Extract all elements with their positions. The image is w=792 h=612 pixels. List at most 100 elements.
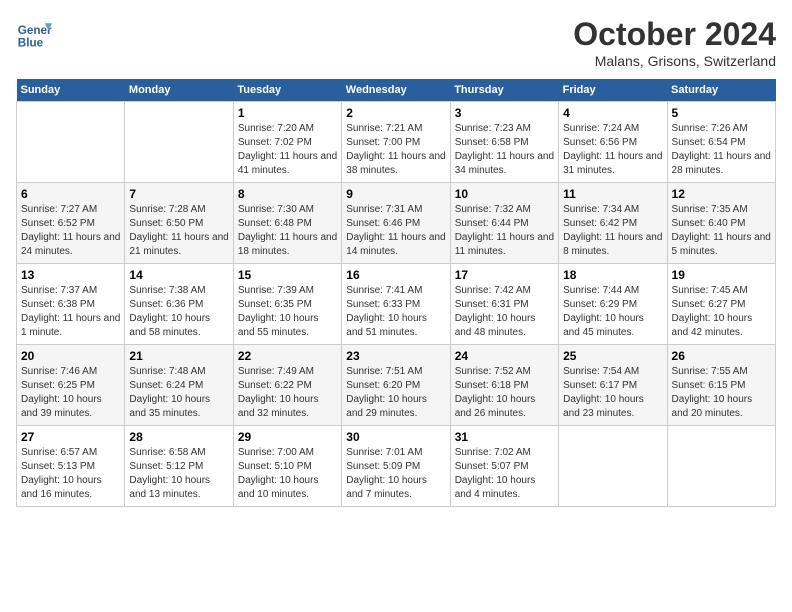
page-header: General Blue October 2024 Malans, Grison… <box>16 16 776 69</box>
calendar-week-1: 1 Sunrise: 7:20 AMSunset: 7:02 PMDaylight… <box>17 102 776 183</box>
calendar-cell: 9 Sunrise: 7:31 AMSunset: 6:46 PMDaylight… <box>342 183 450 264</box>
day-number: 5 <box>672 106 771 120</box>
day-number: 27 <box>21 430 120 444</box>
calendar-cell: 19 Sunrise: 7:45 AMSunset: 6:27 PMDayligh… <box>667 264 775 345</box>
calendar-cell: 18 Sunrise: 7:44 AMSunset: 6:29 PMDayligh… <box>559 264 667 345</box>
day-info: Sunrise: 7:45 AMSunset: 6:27 PMDaylight:… <box>672 284 771 340</box>
day-info: Sunrise: 7:39 AMSunset: 6:35 PMDaylight:… <box>238 284 337 340</box>
day-number: 6 <box>21 187 120 201</box>
day-number: 19 <box>672 268 771 282</box>
day-number: 17 <box>455 268 554 282</box>
calendar-cell: 27 Sunrise: 6:57 AMSunset: 5:13 PMDayligh… <box>17 426 125 507</box>
day-number: 25 <box>563 349 662 363</box>
day-number: 23 <box>346 349 445 363</box>
calendar-cell: 11 Sunrise: 7:34 AMSunset: 6:42 PMDayligh… <box>559 183 667 264</box>
calendar-cell <box>667 426 775 507</box>
calendar-cell: 15 Sunrise: 7:39 AMSunset: 6:35 PMDayligh… <box>233 264 341 345</box>
calendar-cell: 31 Sunrise: 7:02 AMSunset: 5:07 PMDayligh… <box>450 426 558 507</box>
calendar-cell: 16 Sunrise: 7:41 AMSunset: 6:33 PMDayligh… <box>342 264 450 345</box>
day-info: Sunrise: 7:55 AMSunset: 6:15 PMDaylight:… <box>672 365 771 421</box>
calendar-cell: 5 Sunrise: 7:26 AMSunset: 6:54 PMDaylight… <box>667 102 775 183</box>
calendar-cell: 22 Sunrise: 7:49 AMSunset: 6:22 PMDayligh… <box>233 345 341 426</box>
calendar-cell: 12 Sunrise: 7:35 AMSunset: 6:40 PMDayligh… <box>667 183 775 264</box>
day-info: Sunrise: 7:54 AMSunset: 6:17 PMDaylight:… <box>563 365 662 421</box>
day-info: Sunrise: 7:37 AMSunset: 6:38 PMDaylight:… <box>21 284 120 340</box>
weekday-header-monday: Monday <box>125 79 233 102</box>
day-number: 11 <box>563 187 662 201</box>
month-title: October 2024 <box>573 16 776 53</box>
location: Malans, Grisons, Switzerland <box>573 53 776 69</box>
day-info: Sunrise: 7:34 AMSunset: 6:42 PMDaylight:… <box>563 203 662 259</box>
day-info: Sunrise: 7:23 AMSunset: 6:58 PMDaylight:… <box>455 122 554 178</box>
calendar-cell: 21Sunrise: 7:48 AMSunset: 6:24 PMDayligh… <box>125 345 233 426</box>
day-number: 2 <box>346 106 445 120</box>
day-info: Sunrise: 6:57 AMSunset: 5:13 PMDaylight:… <box>21 446 120 502</box>
calendar-week-5: 27 Sunrise: 6:57 AMSunset: 5:13 PMDayligh… <box>17 426 776 507</box>
day-number: 13 <box>21 268 120 282</box>
calendar-cell: 25 Sunrise: 7:54 AMSunset: 6:17 PMDayligh… <box>559 345 667 426</box>
calendar-cell: 6 Sunrise: 7:27 AMSunset: 6:52 PMDaylight… <box>17 183 125 264</box>
day-number: 12 <box>672 187 771 201</box>
calendar-cell <box>17 102 125 183</box>
weekday-header-thursday: Thursday <box>450 79 558 102</box>
day-info: Sunrise: 7:32 AMSunset: 6:44 PMDaylight:… <box>455 203 554 259</box>
calendar-week-4: 20 Sunrise: 7:46 AMSunset: 6:25 PMDayligh… <box>17 345 776 426</box>
day-number: 22 <box>238 349 337 363</box>
calendar-cell: 23 Sunrise: 7:51 AMSunset: 6:20 PMDayligh… <box>342 345 450 426</box>
calendar-cell: 30 Sunrise: 7:01 AMSunset: 5:09 PMDayligh… <box>342 426 450 507</box>
weekday-header-friday: Friday <box>559 79 667 102</box>
calendar-week-2: 6 Sunrise: 7:27 AMSunset: 6:52 PMDaylight… <box>17 183 776 264</box>
calendar-cell: 13 Sunrise: 7:37 AMSunset: 6:38 PMDayligh… <box>17 264 125 345</box>
day-info: Sunrise: 7:46 AMSunset: 6:25 PMDaylight:… <box>21 365 120 421</box>
weekday-header-wednesday: Wednesday <box>342 79 450 102</box>
day-info: Sunrise: 7:01 AMSunset: 5:09 PMDaylight:… <box>346 446 445 502</box>
calendar-cell: 28 Sunrise: 6:58 AMSunset: 5:12 PMDayligh… <box>125 426 233 507</box>
day-number: 8 <box>238 187 337 201</box>
day-info: Sunrise: 7:26 AMSunset: 6:54 PMDaylight:… <box>672 122 771 178</box>
day-number: 16 <box>346 268 445 282</box>
day-info: Sunrise: 7:52 AMSunset: 6:18 PMDaylight:… <box>455 365 554 421</box>
day-info: Sunrise: 7:24 AMSunset: 6:56 PMDaylight:… <box>563 122 662 178</box>
weekday-header-saturday: Saturday <box>667 79 775 102</box>
calendar-cell: 14Sunrise: 7:38 AMSunset: 6:36 PMDayligh… <box>125 264 233 345</box>
day-info: Sunrise: 7:31 AMSunset: 6:46 PMDaylight:… <box>346 203 445 259</box>
day-number: 10 <box>455 187 554 201</box>
calendar-cell: 2Sunrise: 7:21 AMSunset: 7:00 PMDaylight… <box>342 102 450 183</box>
day-number: 7 <box>129 187 228 201</box>
day-number: 31 <box>455 430 554 444</box>
calendar-week-3: 13 Sunrise: 7:37 AMSunset: 6:38 PMDayligh… <box>17 264 776 345</box>
day-info: Sunrise: 7:02 AMSunset: 5:07 PMDaylight:… <box>455 446 554 502</box>
day-number: 15 <box>238 268 337 282</box>
day-info: Sunrise: 7:41 AMSunset: 6:33 PMDaylight:… <box>346 284 445 340</box>
day-number: 30 <box>346 430 445 444</box>
day-info: Sunrise: 7:35 AMSunset: 6:40 PMDaylight:… <box>672 203 771 259</box>
calendar-cell <box>559 426 667 507</box>
weekday-header-tuesday: Tuesday <box>233 79 341 102</box>
day-number: 28 <box>129 430 228 444</box>
svg-text:Blue: Blue <box>18 37 44 50</box>
calendar-cell: 3Sunrise: 7:23 AMSunset: 6:58 PMDaylight… <box>450 102 558 183</box>
day-info: Sunrise: 7:49 AMSunset: 6:22 PMDaylight:… <box>238 365 337 421</box>
day-info: Sunrise: 7:44 AMSunset: 6:29 PMDaylight:… <box>563 284 662 340</box>
day-number: 18 <box>563 268 662 282</box>
day-info: Sunrise: 7:00 AMSunset: 5:10 PMDaylight:… <box>238 446 337 502</box>
calendar-cell: 17 Sunrise: 7:42 AMSunset: 6:31 PMDayligh… <box>450 264 558 345</box>
day-number: 29 <box>238 430 337 444</box>
day-info: Sunrise: 7:20 AMSunset: 7:02 PMDaylight:… <box>238 122 337 178</box>
logo-icon: General Blue <box>16 16 52 52</box>
day-number: 4 <box>563 106 662 120</box>
day-number: 26 <box>672 349 771 363</box>
day-number: 1 <box>238 106 337 120</box>
day-info: Sunrise: 6:58 AMSunset: 5:12 PMDaylight:… <box>129 446 228 502</box>
calendar-cell: 29 Sunrise: 7:00 AMSunset: 5:10 PMDayligh… <box>233 426 341 507</box>
day-number: 9 <box>346 187 445 201</box>
weekday-header-row: SundayMondayTuesdayWednesdayThursdayFrid… <box>17 79 776 102</box>
day-info: Sunrise: 7:27 AMSunset: 6:52 PMDaylight:… <box>21 203 120 259</box>
day-info: Sunrise: 7:30 AMSunset: 6:48 PMDaylight:… <box>238 203 337 259</box>
calendar-cell <box>125 102 233 183</box>
day-info: Sunrise: 7:48 AMSunset: 6:24 PMDaylight:… <box>129 365 228 421</box>
day-number: 24 <box>455 349 554 363</box>
day-info: Sunrise: 7:51 AMSunset: 6:20 PMDaylight:… <box>346 365 445 421</box>
day-number: 20 <box>21 349 120 363</box>
day-info: Sunrise: 7:42 AMSunset: 6:31 PMDaylight:… <box>455 284 554 340</box>
